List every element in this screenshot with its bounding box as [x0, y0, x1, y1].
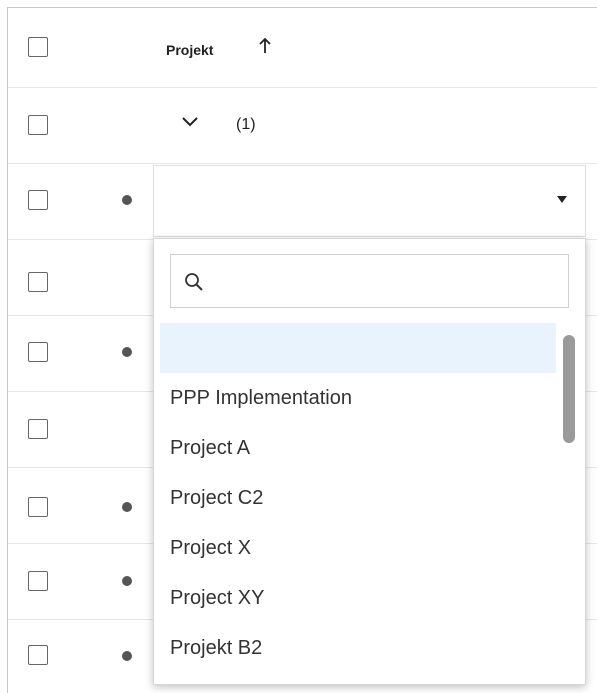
chevron-down-icon[interactable]	[178, 110, 202, 134]
caret-down-icon[interactable]	[557, 196, 567, 203]
search-icon	[185, 273, 203, 291]
row-status-dot	[122, 576, 132, 586]
project-select[interactable]	[153, 165, 586, 237]
row-status-dot	[122, 347, 132, 357]
row-status-dot	[122, 195, 132, 205]
row-checkbox[interactable]	[28, 419, 48, 439]
group-row-checkbox[interactable]	[28, 115, 48, 135]
row-checkbox[interactable]	[28, 272, 48, 292]
row-checkbox[interactable]	[28, 190, 48, 210]
options-list: PPP Implementation Project A Project C2 …	[154, 323, 556, 673]
row-checkbox[interactable]	[28, 571, 48, 591]
project-dropdown: PPP Implementation Project A Project C2 …	[153, 238, 586, 685]
option-project-xy[interactable]: Project XY	[154, 573, 554, 623]
column-header-projekt[interactable]: Projekt	[166, 42, 213, 58]
option-projekt-b2[interactable]: Projekt B2	[154, 623, 554, 673]
group-row: (1)	[8, 88, 597, 164]
row-checkbox[interactable]	[28, 645, 48, 665]
option-project-c2[interactable]: Project C2	[154, 473, 554, 523]
row-status-dot	[122, 502, 132, 512]
scrollbar-thumb[interactable]	[563, 335, 575, 443]
arrow-up-icon[interactable]	[256, 34, 274, 58]
dropdown-search-box[interactable]	[170, 254, 569, 308]
row-checkbox[interactable]	[28, 342, 48, 362]
header-row: Projekt	[8, 8, 597, 88]
option-project-a[interactable]: Project A	[154, 423, 554, 473]
group-count: (1)	[236, 116, 256, 133]
dropdown-scrollbar[interactable]	[563, 323, 575, 678]
select-all-checkbox[interactable]	[28, 37, 48, 57]
row-status-dot	[122, 651, 132, 661]
option-empty[interactable]	[160, 323, 556, 373]
row-checkbox[interactable]	[28, 497, 48, 517]
search-input[interactable]	[215, 263, 559, 301]
option-ppp-implementation[interactable]: PPP Implementation	[154, 373, 554, 423]
option-project-x[interactable]: Project X	[154, 523, 554, 573]
